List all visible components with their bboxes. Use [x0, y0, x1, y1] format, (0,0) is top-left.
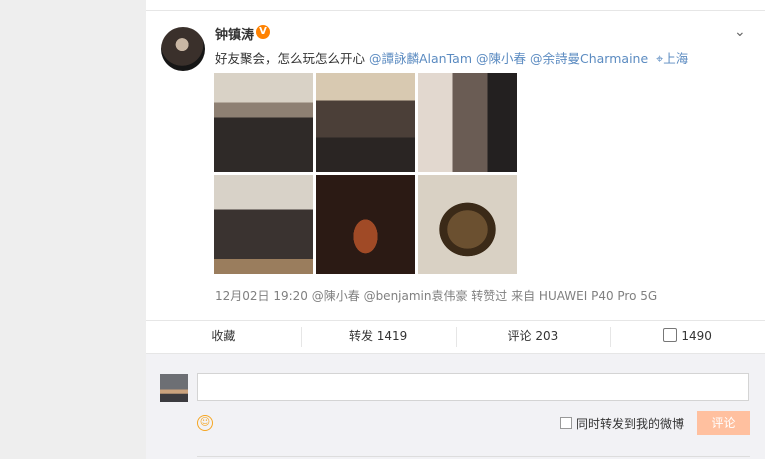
mention-link[interactable]: @譚詠麟AlanTam [369, 51, 472, 66]
verified-badge-icon: V [256, 25, 270, 39]
current-user-avatar [160, 374, 188, 402]
post-text-content: 好友聚会，怎么玩怎么开心 [215, 51, 366, 66]
favorite-label: 收藏 [211, 329, 236, 343]
photo-thumbnail[interactable] [418, 73, 517, 172]
divider [197, 456, 750, 457]
like-count: 1490 [681, 329, 712, 343]
comment-submit-button[interactable]: 评论 [697, 411, 750, 435]
photo-thumbnail[interactable] [214, 175, 313, 274]
repost-checkbox-label: 同时转发到我的微博 [576, 417, 685, 431]
repost-button[interactable]: 转发 1419 [300, 321, 456, 353]
like-button[interactable]: 1490 [610, 321, 765, 353]
photo-thumbnail[interactable] [316, 175, 415, 274]
comment-label: 评论 203 [507, 329, 559, 343]
location-link[interactable]: 上海 [663, 51, 688, 66]
username[interactable]: 钟镇涛 [215, 24, 254, 43]
action-bar: 收藏 转发 1419 评论 203 1490 [146, 320, 765, 353]
mention-link[interactable]: @余詩曼Charmaine [530, 51, 648, 66]
user-avatar[interactable] [161, 27, 205, 71]
comment-area: ☺ 同时转发到我的微博 评论 [146, 353, 765, 459]
chevron-down-icon[interactable]: ⌄ [734, 24, 746, 40]
divider [146, 10, 765, 11]
photo-thumbnail[interactable] [316, 73, 415, 172]
post-text: 好友聚会，怎么玩怎么开心 @譚詠麟AlanTam @陳小春 @余詩曼Charma… [215, 48, 688, 67]
comment-input[interactable] [197, 373, 749, 401]
comment-button[interactable]: 评论 203 [455, 321, 611, 353]
repost-label: 转发 1419 [348, 329, 408, 343]
post-meta: 12月02日 19:20 @陳小春 @benjamin袁伟豪 转赞过 来自 HU… [215, 289, 658, 303]
repost-checkbox[interactable] [560, 417, 572, 429]
photo-thumbnail[interactable] [418, 175, 517, 274]
thumbs-up-icon [663, 328, 678, 342]
mention-link[interactable]: @陳小春 [476, 51, 526, 66]
photo-thumbnail[interactable] [214, 73, 313, 172]
favorite-button[interactable]: 收藏 [146, 321, 301, 353]
weibo-post-card: 钟镇涛 V ⌄ 好友聚会，怎么玩怎么开心 @譚詠麟AlanTam @陳小春 @余… [146, 0, 765, 459]
emoji-icon[interactable]: ☺ [197, 415, 213, 431]
